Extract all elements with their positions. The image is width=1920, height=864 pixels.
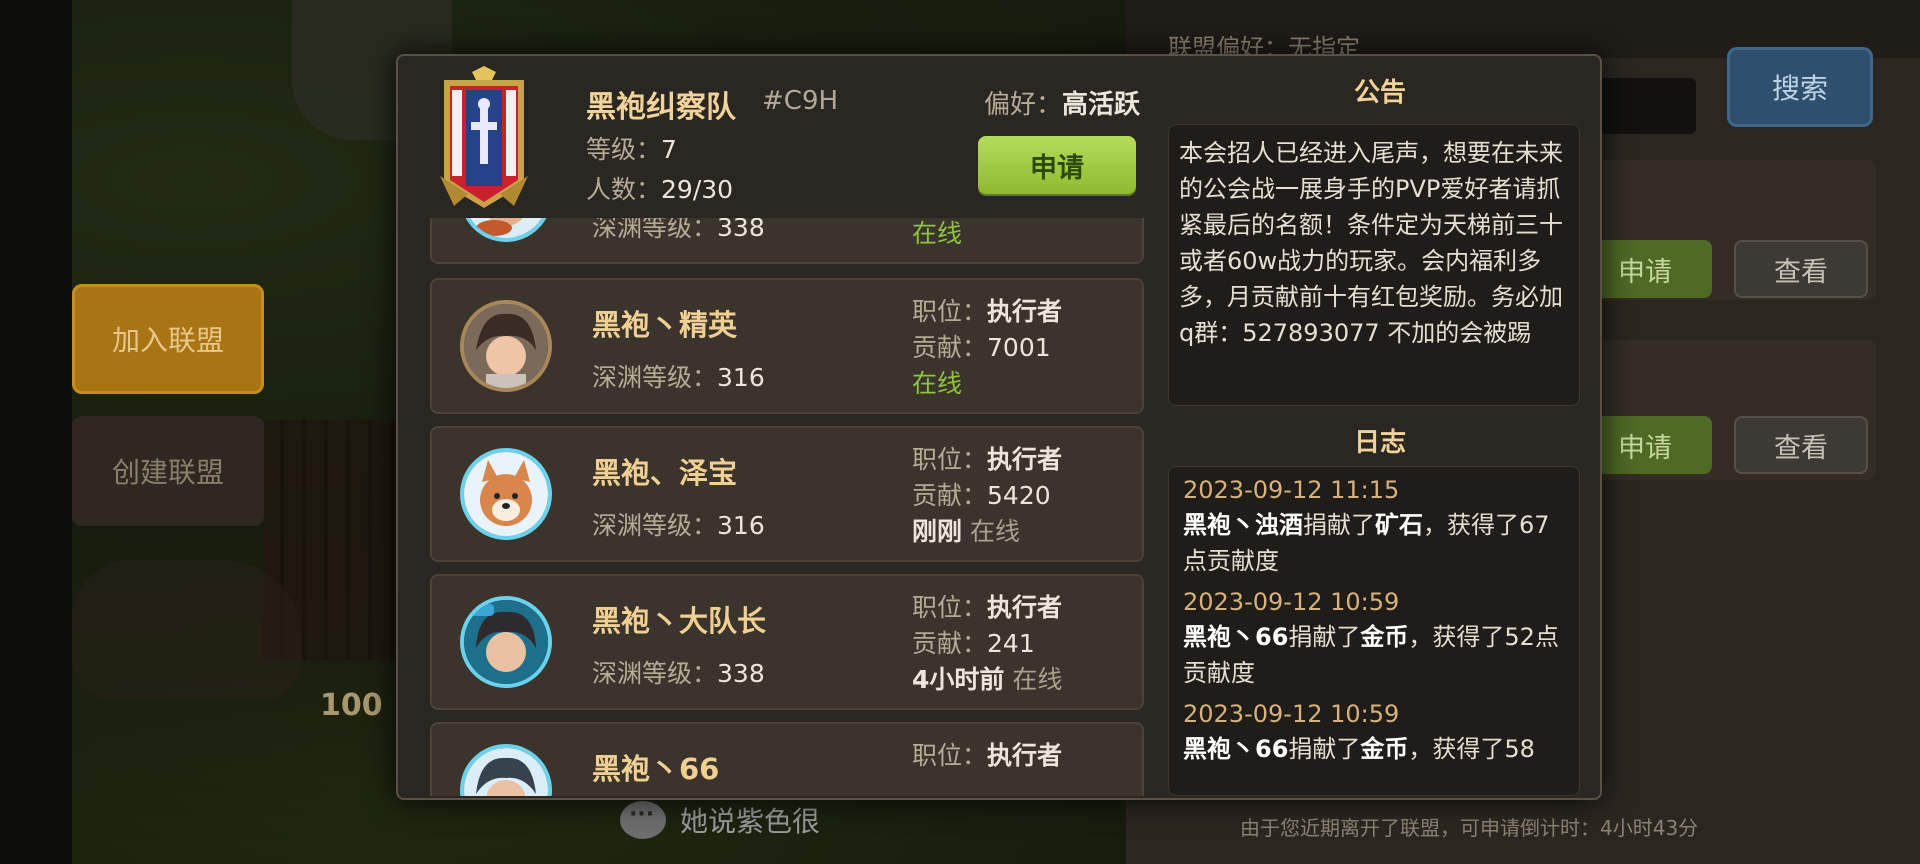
member-card[interactable]: 黑袍、泽宝 深渊等级：316 职位：执行者 贡献：5420 刚刚 在线 [430,426,1144,562]
log-entry: 2023-09-12 10:59 黑袍丶66捐献了金币，获得了52点贡献度 [1183,585,1565,691]
guild-detail-popup: 黑袍纠察队 #C9H 等级：7 人数：29/30 偏好：高活跃 申请 深渊等级：… [396,54,1602,800]
alliance-view-button[interactable]: 查看 [1734,240,1868,298]
log-message: 黑袍丶66捐献了金币，获得了52点贡献度 [1183,619,1565,691]
depth-label: 深渊等级： [592,218,718,242]
preference-value: 高活跃 [1062,90,1141,120]
apply-cooldown: 由于您近期离开了联盟，可申请倒计时：4小时43分 [1240,812,1698,841]
log-action: 捐献了 [1303,511,1375,539]
guild-level-value: 7 [661,135,677,164]
guild-preference: 偏好：高活跃 [984,84,1140,121]
log-time: 2023-09-12 10:59 [1183,588,1400,616]
member-depth: 316 [717,511,765,540]
alliance-view-button[interactable]: 查看 [1734,416,1868,474]
log-entry: 2023-09-12 10:59 黑袍丶66捐献了金币，获得了58 [1183,697,1565,767]
member-depth: 338 [717,218,765,242]
contribution-label: 贡献： [912,481,988,510]
member-position: 执行者 [987,445,1063,474]
notice-text: 本会招人已经进入尾声，想要在未来的公会战一展身手的PVP爱好者请抓紧最后的名额！… [1179,139,1563,347]
position-label: 职位： [912,593,988,622]
guild-member-count: 人数：29/30 [586,170,733,206]
notice-box[interactable]: 本会招人已经进入尾声，想要在未来的公会战一展身手的PVP爱好者请抓紧最后的名额！… [1168,124,1580,406]
member-name: 黑袍丶大队长 [592,604,767,638]
member-position: 执行者 [987,297,1063,326]
member-position: 执行者 [987,741,1063,770]
log-title: 日志 [1354,428,1407,458]
log-who: 黑袍丶66 [1183,623,1289,651]
member-contribution: 7001 [987,333,1051,362]
member-list[interactable]: 深渊等级：338 贡献：1000 在线 黑袍丶精英 深渊等级：316 职位：执行… [428,218,1146,796]
member-name: 黑袍、泽宝 [592,456,738,490]
member-contribution: 5420 [987,481,1051,510]
cooldown-value: 4小时43分 [1600,816,1699,840]
log-item: 金币 [1360,735,1409,763]
log-action: 捐献了 [1288,623,1361,651]
contribution-label: 贡献： [912,333,988,362]
member-name: 黑袍丶66 [592,752,720,786]
member-card[interactable]: 黑袍丶精英 深渊等级：316 职位：执行者 贡献：7001 在线 [430,278,1144,414]
member-avatar[interactable] [460,596,552,688]
member-depth: 338 [717,659,765,688]
member-avatar[interactable] [460,448,552,540]
background-number: 100 [320,688,383,723]
guild-emblem-icon [440,66,528,208]
member-card[interactable]: 黑袍丶66 职位：执行者 [430,722,1144,796]
member-last-seen: 4小时前 [912,665,1005,694]
member-position: 执行者 [987,593,1063,622]
member-card[interactable]: 深渊等级：338 贡献：1000 在线 [430,218,1144,264]
member-avatar[interactable] [460,218,552,242]
member-online-status: 在线 [969,517,1020,546]
log-box[interactable]: 2023-09-12 11:15 黑袍丶浊酒捐献了矿石，获得了67点贡献度 20… [1168,466,1580,796]
depth-label: 深渊等级： [592,659,718,688]
member-name: 黑袍丶精英 [592,308,738,342]
log-time: 2023-09-12 10:59 [1183,700,1400,728]
preference-label: 偏好： [984,90,1063,120]
chat-message: 她说紫色很 [680,805,821,838]
member-online-status: 在线 [912,369,963,398]
log-item: 金币 [1360,623,1409,651]
log-who: 黑袍丶66 [1183,735,1289,763]
search-button[interactable]: 搜索 [1727,47,1873,127]
guild-members-label: 人数： [586,175,662,204]
guild-tag: #C9H [762,86,839,116]
member-depth: 316 [717,363,765,392]
log-who: 黑袍丶浊酒 [1183,511,1303,539]
cooldown-label: 由于您近期离开了联盟，可申请倒计时： [1240,816,1600,840]
chat-bar[interactable]: 她说紫色很 [620,792,1120,848]
guild-name: 黑袍纠察队 [586,90,736,125]
position-label: 职位： [912,741,988,770]
guild-level: 等级：7 [586,130,677,166]
position-label: 职位： [912,297,988,326]
depth-label: 深渊等级： [592,511,718,540]
log-time: 2023-09-12 11:15 [1183,476,1400,504]
log-action: 捐献了 [1288,735,1361,763]
log-message: 黑袍丶66捐献了金币，获得了58 [1183,731,1565,767]
create-alliance-button[interactable]: 创建联盟 [72,416,264,526]
depth-label: 深渊等级： [592,363,718,392]
contribution-label: 贡献： [912,629,988,658]
chat-bubble-icon [620,801,666,839]
log-entry: 2023-09-12 11:15 黑袍丶浊酒捐献了矿石，获得了67点贡献度 [1183,473,1565,579]
guild-level-label: 等级： [586,135,662,164]
member-online-status: 在线 [1012,665,1063,694]
join-alliance-button[interactable]: 加入联盟 [72,284,264,394]
member-avatar[interactable] [460,744,552,796]
notice-title: 公告 [1354,78,1407,108]
member-online-status: 在线 [912,219,963,248]
guild-header: 黑袍纠察队 #C9H 等级：7 人数：29/30 偏好：高活跃 申请 [398,56,1158,226]
member-last-seen: 刚刚 [912,517,963,546]
log-message: 黑袍丶浊酒捐献了矿石，获得了67点贡献度 [1183,507,1565,579]
member-contribution: 241 [987,629,1035,658]
member-card[interactable]: 黑袍丶大队长 深渊等级：338 职位：执行者 贡献：241 4小时前 在线 [430,574,1144,710]
apply-button[interactable]: 申请 [978,136,1136,194]
member-avatar[interactable] [460,300,552,392]
log-item: 矿石 [1375,511,1423,539]
log-result: ，获得了58 [1408,735,1535,763]
guild-members-value: 29/30 [661,175,734,204]
position-label: 职位： [912,445,988,474]
